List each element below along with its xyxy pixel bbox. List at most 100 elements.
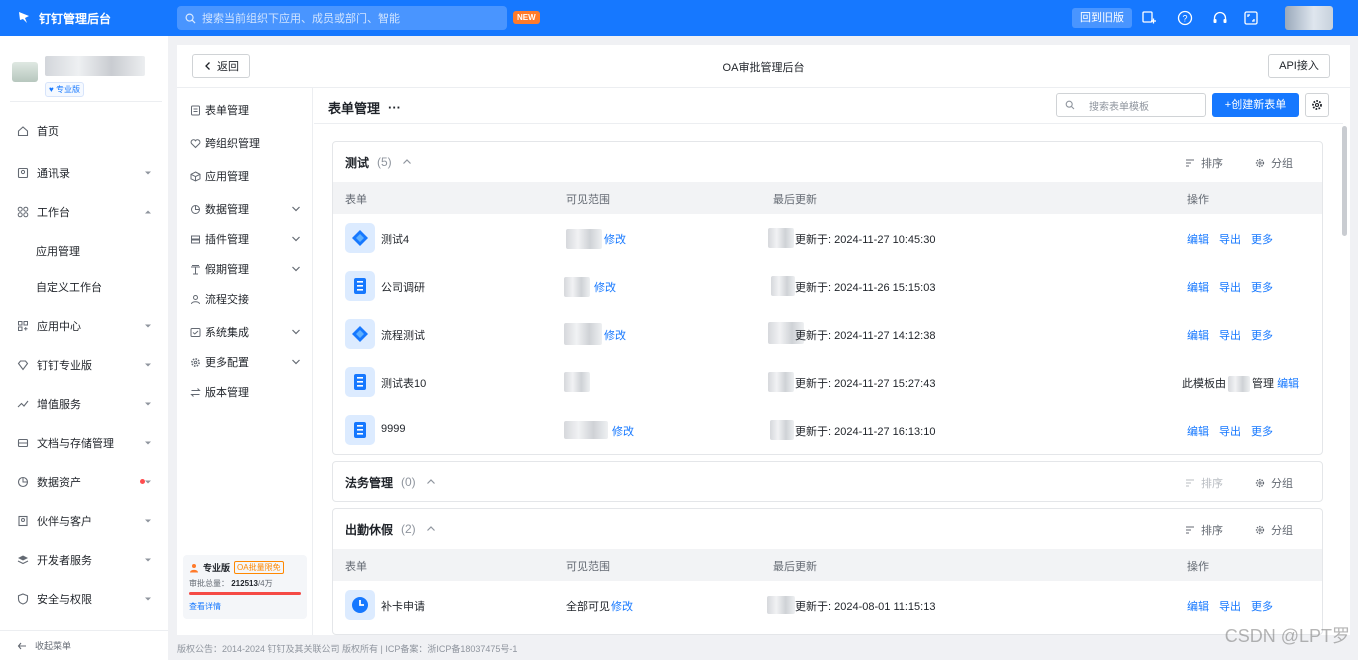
old-version-button[interactable]: 回到旧版: [1072, 8, 1132, 28]
group-header[interactable]: 法务管理 (0) 排序 分组: [333, 462, 1322, 501]
column-header-form: 表单: [345, 194, 367, 206]
more-link[interactable]: 更多: [1251, 601, 1273, 613]
table-row[interactable]: 公司调研 修改 更新于: 2024-11-26 15:15:03 编辑 导出 更多: [333, 262, 1322, 310]
chevron-down-icon[interactable]: [291, 204, 301, 214]
edit-link[interactable]: 编辑: [1277, 378, 1299, 390]
edit-link[interactable]: 编辑: [1187, 282, 1209, 294]
form-search-input[interactable]: 搜索表单模板: [1056, 93, 1206, 117]
subnav-label: 表单管理: [205, 105, 249, 117]
more-link[interactable]: 更多: [1251, 282, 1273, 294]
subnav-item-app-management[interactable]: 应用管理: [177, 164, 313, 188]
chevron-down-icon[interactable]: [291, 357, 301, 367]
chevron-up-icon[interactable]: [426, 524, 436, 534]
edit-link[interactable]: 编辑: [1187, 601, 1209, 613]
sidebar-item-value-added[interactable]: 增值服务: [0, 389, 168, 419]
export-link[interactable]: 导出: [1219, 330, 1241, 342]
subnav-item-more-settings[interactable]: 更多配置: [177, 350, 313, 374]
export-link[interactable]: 导出: [1219, 282, 1241, 294]
modify-scope-link[interactable]: 修改: [611, 598, 633, 614]
app-logo[interactable]: 钉钉管理后台: [17, 10, 111, 27]
subnav-item-system-integration[interactable]: 系统集成: [177, 320, 313, 344]
updated-time: 更新于: 2024-11-27 10:45:30: [795, 234, 936, 246]
gear-icon: [191, 357, 200, 367]
more-link[interactable]: 更多: [1251, 234, 1273, 246]
sort-button[interactable]: 排序: [1185, 475, 1223, 491]
sidebar-item-developer[interactable]: 开发者服务: [0, 545, 168, 575]
edit-link[interactable]: 编辑: [1187, 330, 1209, 342]
sidebar-subitem-custom-workbench[interactable]: 自定义工作台: [0, 272, 168, 302]
create-form-button[interactable]: +创建新表单: [1212, 93, 1299, 117]
table-row[interactable]: 9999 修改 更新于: 2024-11-27 16:13:10 编辑 导出 更多: [333, 406, 1322, 454]
group-header[interactable]: 测试 (5) 排序 分组: [333, 142, 1322, 182]
sort-button[interactable]: 排序: [1185, 155, 1223, 171]
table-row[interactable]: 测试4 修改 更新于: 2024-11-27 10:45:30 编辑 导出 更多: [333, 214, 1322, 262]
more-actions-button[interactable]: ···: [388, 100, 401, 115]
export-link[interactable]: 导出: [1219, 426, 1241, 438]
group-button[interactable]: 分组: [1255, 475, 1293, 491]
more-link[interactable]: 更多: [1251, 426, 1273, 438]
sidebar-item-partners[interactable]: 伙伴与客户: [0, 506, 168, 536]
chevron-down-icon[interactable]: [291, 234, 301, 244]
sidebar-item-workbench[interactable]: 工作台: [0, 197, 168, 227]
subnav-item-data-management[interactable]: 数据管理: [177, 197, 313, 221]
group-header[interactable]: 出勤休假 (2) 排序 分组: [333, 509, 1322, 549]
sidebar-item-app-center[interactable]: 应用中心: [0, 311, 168, 341]
sidebar-item-storage[interactable]: 文档与存储管理: [0, 428, 168, 458]
chevron-down-icon[interactable]: [291, 327, 301, 337]
sidebar-item-data-assets[interactable]: 数据资产: [0, 467, 168, 497]
sidebar-item-contacts[interactable]: 通讯录: [0, 158, 168, 188]
subnav-item-holiday-management[interactable]: 假期管理: [177, 257, 313, 281]
view-details-link[interactable]: 查看详情: [189, 601, 301, 612]
chevron-up-icon: [145, 210, 151, 214]
back-button[interactable]: 返回: [192, 54, 250, 78]
chevron-left-icon: [205, 62, 210, 70]
edit-link[interactable]: 编辑: [1187, 426, 1209, 438]
modify-scope-link[interactable]: 修改: [604, 231, 626, 247]
fullscreen-icon[interactable]: [1242, 9, 1260, 27]
app-plus-icon[interactable]: [1140, 9, 1158, 27]
global-search-input[interactable]: 搜索当前组织下应用、成员或部门、智能: [177, 6, 507, 30]
modify-scope-link[interactable]: 修改: [594, 279, 616, 295]
modify-scope-link[interactable]: 修改: [612, 423, 634, 439]
group-button[interactable]: 分组: [1255, 522, 1293, 538]
sidebar-item-home[interactable]: 首页: [0, 116, 168, 146]
collapse-menu-button[interactable]: 收起菜单: [0, 630, 168, 660]
scope-blurred: [564, 277, 590, 297]
sort-button[interactable]: 排序: [1185, 522, 1223, 538]
table-row[interactable]: 流程测试 修改 更新于: 2024-11-27 14:12:38 编辑 导出 更多: [333, 310, 1322, 358]
sidebar-item-security[interactable]: 安全与权限: [0, 584, 168, 614]
form-name: 流程测试: [381, 330, 425, 342]
subnav-item-form-management[interactable]: 表单管理: [177, 98, 313, 122]
user-avatar[interactable]: [1285, 6, 1333, 30]
table-row[interactable]: 测试表10 更新于: 2024-11-27 15:27:43 此模板由 管理 编辑: [333, 358, 1322, 406]
subnav-item-version-management[interactable]: 版本管理: [177, 380, 313, 404]
export-link[interactable]: 导出: [1219, 601, 1241, 613]
group-button[interactable]: 分组: [1255, 155, 1293, 171]
settings-button[interactable]: [1305, 93, 1329, 117]
chevron-down-icon[interactable]: [291, 264, 301, 274]
subnav-item-process-handover[interactable]: 流程交接: [177, 287, 313, 311]
help-icon[interactable]: ?: [1176, 9, 1194, 27]
user-badge-icon: [190, 563, 198, 572]
subnav-item-cross-org[interactable]: 跨组织管理: [177, 131, 313, 155]
usage-bar-fill: [189, 592, 301, 595]
headset-icon[interactable]: [1211, 9, 1229, 27]
export-link[interactable]: 导出: [1219, 234, 1241, 246]
more-link[interactable]: 更多: [1251, 330, 1273, 342]
scope-blurred: [564, 372, 590, 392]
chevron-down-icon: [145, 480, 151, 484]
modify-scope-link[interactable]: 修改: [604, 327, 626, 343]
content-scrollbar[interactable]: [1342, 126, 1347, 236]
api-access-button[interactable]: API接入: [1268, 54, 1330, 78]
edit-link[interactable]: 编辑: [1187, 234, 1209, 246]
subnav-item-plugin-management[interactable]: 插件管理: [177, 227, 313, 251]
form-icon: [191, 105, 200, 115]
sidebar-item-dingtalk-pro[interactable]: 钉钉专业版: [0, 350, 168, 380]
group-name: 测试: [345, 155, 370, 170]
table-row[interactable]: 补卡申请 全部可见 修改 更新于: 2024-08-01 11:15:13 编辑…: [333, 581, 1322, 629]
sidebar-subitem-app-management[interactable]: 应用管理: [0, 236, 168, 266]
chevron-up-icon[interactable]: [426, 477, 436, 487]
org-switcher[interactable]: ♥ 专业版: [12, 48, 162, 108]
subnav-label: 插件管理: [205, 234, 249, 246]
chevron-up-icon[interactable]: [402, 157, 412, 167]
